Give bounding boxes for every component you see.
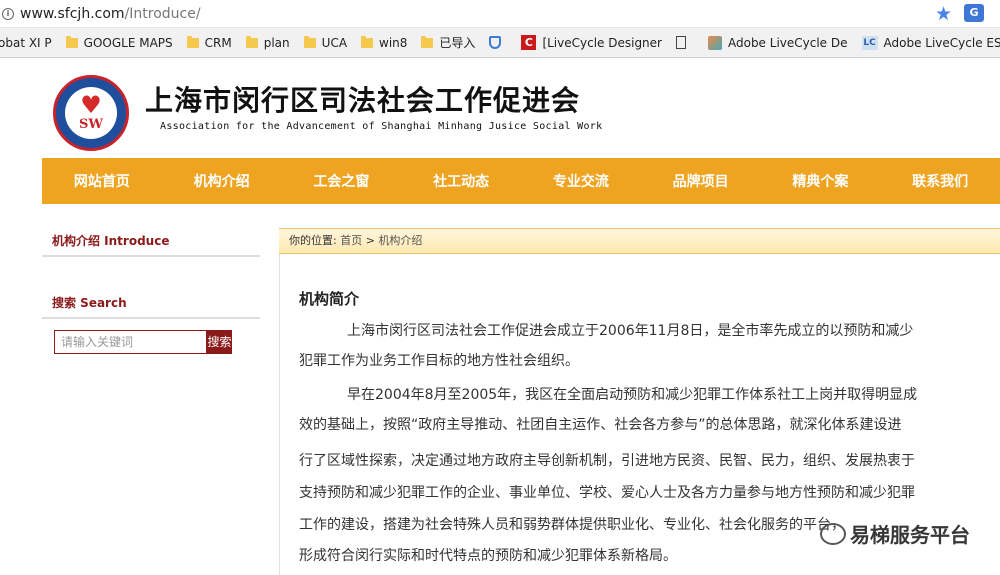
sidebar-introduce-heading[interactable]: 机构介绍 Introduce — [52, 232, 169, 249]
bookmark-label: Adobe LiveCycle De — [727, 35, 848, 50]
nav-item-contact[interactable]: 联系我们 — [880, 171, 1000, 191]
bookmark-item[interactable]: LC Adobe LiveCycle ES — [861, 35, 1000, 50]
bookmark-label: plan — [263, 35, 290, 50]
bookmark-item[interactable]: CRM — [186, 35, 232, 50]
folder-icon — [186, 35, 199, 48]
bookmark-item[interactable]: C [LiveCycle Designer — [521, 35, 662, 50]
nav-item-news[interactable]: 社工动态 — [401, 171, 521, 191]
url-path: /Introduce/ — [124, 5, 201, 22]
site-header: ♥ SW 上海市闵行区司法社会工作促进会 Association for the… — [0, 59, 1000, 157]
logo-text: SW — [79, 117, 103, 132]
wechat-icon — [820, 522, 846, 545]
nav-item-home[interactable]: 网站首页 — [42, 171, 162, 191]
folder-icon — [303, 35, 316, 48]
bookmark-item[interactable] — [489, 36, 507, 49]
address-bar[interactable]: i www.sfcjh.com/Introduce/ ★ G — [0, 0, 1000, 28]
content-border — [279, 254, 280, 575]
sidebar-divider — [42, 255, 260, 257]
bookmarks-bar: obat XI P GOOGLE MAPS CRM plan UCA win8 … — [0, 28, 1000, 58]
translate-extension-icon[interactable]: G — [964, 4, 984, 22]
breadcrumb: 你的位置: 首页 > 机构介绍 — [279, 228, 1000, 254]
site-title: 上海市闵行区司法社会工作促进会 — [145, 84, 581, 117]
nav-item-exchange[interactable]: 专业交流 — [521, 171, 641, 191]
bookmark-item[interactable]: obat XI P — [0, 36, 52, 50]
main-nav: 网站首页 机构介绍 工会之窗 社工动态 专业交流 品牌项目 精典个案 联系我们 — [42, 158, 1000, 204]
paragraph-line: 效的基础上，按照“政府主导推动、社团自主运作、社会各方参与”的总体思路，就深化体… — [299, 417, 902, 433]
bookmark-item[interactable]: win8 — [361, 35, 408, 50]
bookmark-item[interactable]: plan — [245, 35, 290, 50]
url-host: www.sfcjh.com — [20, 5, 125, 22]
nav-item-introduce[interactable]: 机构介绍 — [162, 171, 282, 191]
heart-icon: ♥ — [80, 91, 102, 119]
bookmark-label: obat XI P — [0, 35, 52, 50]
site-logo[interactable]: ♥ SW — [53, 75, 129, 151]
bookmark-item[interactable]: UCA — [303, 35, 348, 50]
livecycle-red-icon: C — [521, 35, 537, 50]
watermark: 易梯服务平台 — [820, 519, 970, 548]
info-icon[interactable]: i — [2, 7, 14, 20]
section-title: 机构简介 — [299, 290, 360, 308]
paragraph-line: 上海市闵行区司法社会工作促进会成立于2006年11月8日，是全市率先成立的以预防… — [347, 323, 914, 339]
folder-icon — [245, 35, 258, 48]
bookmark-item[interactable]: GOOGLE MAPS — [65, 35, 173, 50]
breadcrumb-prefix: 你的位置: — [289, 234, 337, 247]
breadcrumb-home[interactable]: 首页 — [340, 234, 362, 247]
folder-icon — [421, 35, 434, 48]
folder-icon — [65, 35, 78, 48]
shield-icon — [489, 36, 502, 49]
nav-item-cases[interactable]: 精典个案 — [761, 171, 881, 191]
adobe-icon — [707, 35, 722, 50]
document-icon — [675, 36, 686, 49]
bookmark-label: UCA — [321, 35, 348, 50]
breadcrumb-separator: > — [365, 234, 375, 247]
logo-inner: ♥ SW — [65, 87, 117, 139]
paragraph-line: 支持预防和减少犯罪工作的企业、事业单位、学校、爱心人士及各方力量参与地方性预防和… — [299, 485, 915, 501]
folder-icon — [361, 35, 374, 48]
lc-blue-icon: LC — [861, 35, 878, 50]
url-field[interactable]: www.sfcjh.com/Introduce/ — [20, 6, 201, 22]
breadcrumb-current[interactable]: 机构介绍 — [378, 234, 422, 247]
nav-item-projects[interactable]: 品牌项目 — [641, 171, 761, 191]
paragraph-line: 早在2004年8月至2005年，我区在全面启动预防和减少犯罪工作体系社工上岗并取… — [347, 387, 918, 403]
bookmark-label: CRM — [204, 35, 232, 50]
bookmark-item[interactable] — [675, 36, 694, 49]
site-subtitle: Association for the Advancement of Shang… — [160, 121, 603, 132]
search-input[interactable]: 请输入关键词 — [54, 330, 207, 354]
watermark-text: 易梯服务平台 — [850, 523, 970, 547]
sidebar-search-heading: 搜索 Search — [52, 296, 127, 310]
bookmark-item[interactable]: 已导入 — [421, 34, 475, 51]
bookmark-label: [LiveCycle Designer — [542, 35, 662, 50]
bookmark-label: win8 — [379, 35, 408, 50]
paragraph-line: 犯罪工作为业务工作目标的地方性社会组织。 — [299, 353, 579, 369]
search-button[interactable]: 搜索 — [207, 330, 232, 354]
bookmark-label: GOOGLE MAPS — [83, 35, 173, 50]
sidebar-divider — [42, 317, 260, 319]
bookmark-label: 已导入 — [439, 36, 476, 50]
paragraph-line: 行了区域性探索，决定通过地方政府主导创新机制，引进地方民资、民智、民力，组织、发… — [299, 453, 915, 469]
bookmark-star-icon[interactable]: ★ — [935, 3, 952, 25]
bookmark-item[interactable]: Adobe LiveCycle De — [707, 35, 848, 50]
bookmark-label: Adobe LiveCycle ES — [883, 35, 1000, 50]
nav-item-union[interactable]: 工会之窗 — [282, 171, 402, 191]
